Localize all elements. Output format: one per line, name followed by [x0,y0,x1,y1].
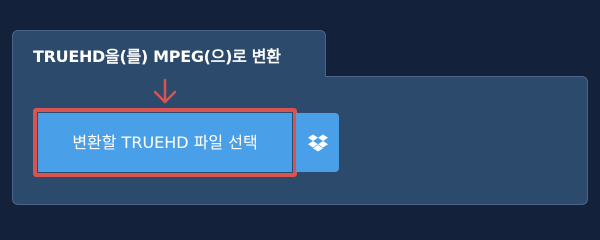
arrow-down-icon [153,78,177,104]
choose-file-button[interactable]: 변환할 TRUEHD 파일 선택 [38,113,292,172]
converter-widget: TRUEHD을(를) MPEG(으)로 변환 변환할 TRUEHD 파일 선택 [0,0,600,230]
dropbox-icon [307,134,328,151]
converter-title: TRUEHD을(를) MPEG(으)로 변환 [33,47,281,66]
dropbox-button[interactable] [296,113,339,172]
